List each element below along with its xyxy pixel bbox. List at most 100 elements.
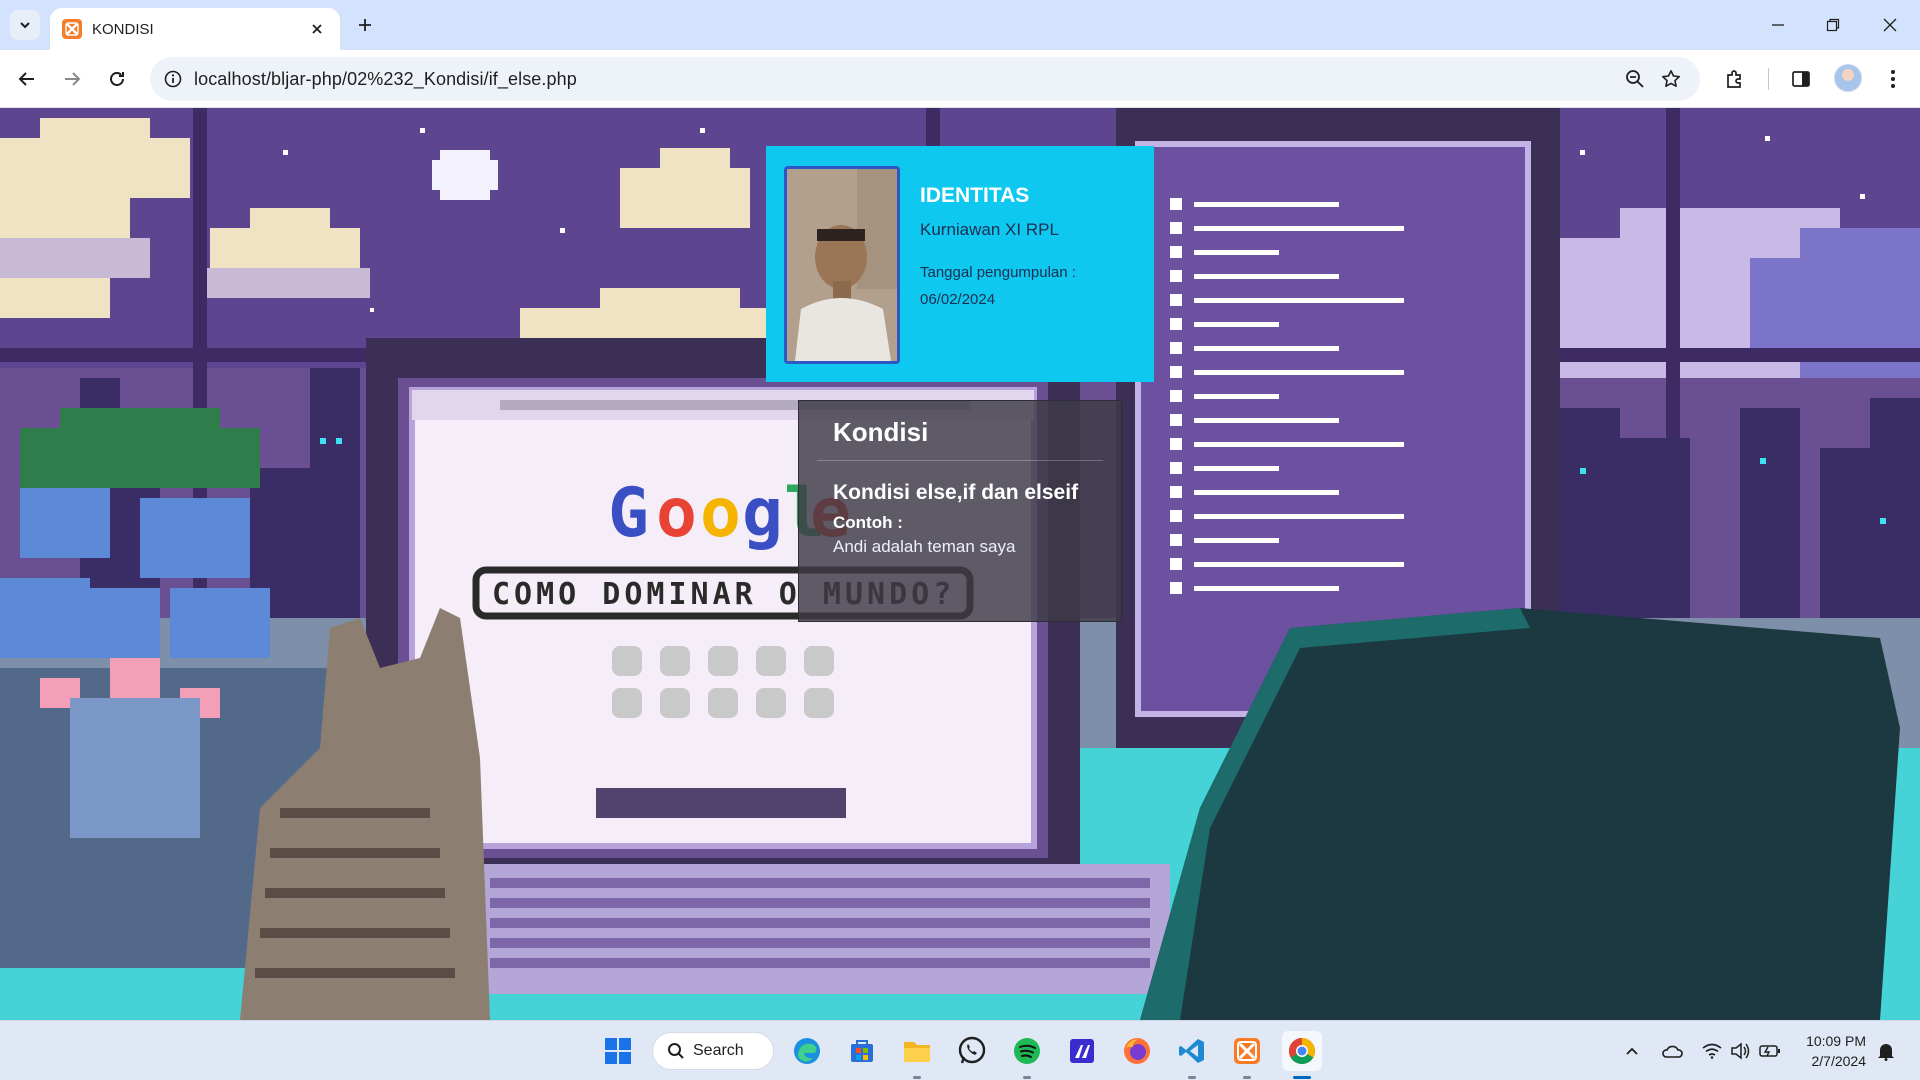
minimize-button[interactable] [1763,10,1793,40]
onedrive-button[interactable] [1660,1039,1684,1063]
identitas-card: IDENTITAS Kurniawan XI RPL Tanggal pengu… [766,146,1154,382]
active-indicator [1293,1076,1311,1079]
edge-icon [794,1038,820,1064]
tab-title: KONDISI [92,20,154,38]
tab-strip: KONDISI [0,0,1920,50]
menu-button[interactable] [1876,62,1910,96]
taskbar-whatsapp[interactable] [952,1031,992,1071]
start-button[interactable] [598,1031,638,1071]
taskbar-edge[interactable] [787,1031,827,1071]
puzzle-icon [1727,70,1741,88]
example-label: Contoh : [833,513,903,532]
battery-button[interactable] [1758,1039,1782,1063]
taskbar-spotify[interactable] [1007,1031,1047,1071]
toolbar-divider [1768,68,1769,90]
xampp-icon [1234,1038,1260,1064]
system-clock[interactable]: 10:09 PM 2/7/2024 [1796,1031,1866,1071]
taskbar-editor[interactable] [1062,1031,1102,1071]
svg-text:G: G [608,474,649,553]
forward-button[interactable] [55,62,89,96]
plus-icon [359,19,371,31]
address-bar[interactable]: localhost/bljar-php/02%232_Kondisi/if_el… [150,57,1700,101]
running-indicator [1243,1076,1251,1079]
vscode-icon [1179,1039,1204,1063]
cloud-icon [1662,1045,1683,1058]
close-icon [312,24,322,34]
browser-tab[interactable]: KONDISI [50,8,340,50]
notifications-button[interactable] [1874,1039,1898,1063]
extensions-button[interactable] [1718,62,1752,96]
running-indicator [1188,1076,1196,1079]
bookmark-button[interactable] [1656,64,1686,94]
whatsapp-icon [958,1036,986,1064]
profile-avatar[interactable] [1834,64,1862,92]
side-panel-button[interactable] [1784,62,1818,96]
running-indicator [913,1076,921,1079]
taskbar-vscode[interactable] [1172,1031,1212,1071]
identitas-text: IDENTITAS Kurniawan XI RPL Tanggal pengu… [920,166,1076,362]
url-text[interactable]: localhost/bljar-php/02%232_Kondisi/if_el… [194,69,577,90]
svg-text:o: o [656,474,697,553]
chevron-down-icon [20,22,30,29]
search-label: Search [693,1042,744,1059]
search-icon [668,1043,684,1059]
taskbar-store[interactable] [842,1031,882,1071]
example-text: Andi adalah teman saya [833,537,1016,556]
profile-photo [784,166,900,364]
site-info-icon[interactable] [164,70,182,88]
taskbar-chrome[interactable] [1282,1031,1322,1071]
volume-button[interactable] [1728,1039,1752,1063]
windows-icon [605,1038,631,1064]
taskbar-search[interactable]: Search [652,1032,774,1070]
kondisi-card: Kondisi Kondisi else,if dan elseif Conto… [798,400,1122,622]
svg-text:g: g [742,474,783,553]
taskbar: Search 10:09 PM 2/7/2024 [0,1020,1920,1080]
identitas-date: 06/02/2024 [920,291,996,308]
clock-date: 2/7/2024 [1811,1053,1867,1069]
reload-button[interactable] [100,62,134,96]
reload-icon [110,72,124,86]
running-indicator [1023,1076,1031,1079]
kondisi-title: Kondisi [817,417,1103,461]
tab-search-button[interactable] [10,10,40,40]
star-icon [1662,70,1680,87]
zoom-button[interactable] [1620,64,1650,94]
bell-icon [1878,1044,1894,1061]
more-vert-icon [1891,70,1895,88]
folder-icon [904,1042,930,1062]
taskbar-firefox[interactable] [1117,1031,1157,1071]
svg-text:o: o [700,474,741,553]
wifi-icon [1702,1043,1722,1059]
battery-icon [1759,1045,1780,1057]
kondisi-subtitle: Kondisi else,if dan elseif [833,481,1079,504]
restore-icon [1826,18,1840,32]
tray-overflow-button[interactable] [1620,1039,1644,1063]
identitas-date-label: Tanggal pengumpulan : [920,264,1076,281]
firefox-icon [1124,1038,1150,1064]
browser-toolbar: localhost/bljar-php/02%232_Kondisi/if_el… [0,50,1920,108]
new-tab-button[interactable] [350,10,380,40]
wifi-button[interactable] [1700,1039,1724,1063]
taskbar-file-explorer[interactable] [897,1031,937,1071]
close-tab-button[interactable] [306,18,328,40]
taskbar-xampp[interactable] [1227,1031,1267,1071]
identitas-name: Kurniawan XI RPL [920,220,1059,239]
forward-arrow-icon [65,72,81,86]
identitas-heading: IDENTITAS [920,184,1030,207]
clock-time: 10:09 PM [1806,1033,1866,1049]
back-arrow-icon [18,72,34,86]
speaker-icon [1731,1042,1750,1060]
chevron-up-icon [1626,1047,1638,1055]
back-button[interactable] [10,62,44,96]
store-icon [851,1040,873,1062]
side-panel-icon [1792,71,1810,87]
close-window-button[interactable] [1875,10,1905,40]
restore-button[interactable] [1818,10,1848,40]
close-icon [1883,18,1897,32]
chrome-icon [1288,1037,1316,1065]
minimize-icon [1772,24,1784,26]
page-content: Goo gle COMO DOMINAR O MUNDO? [0,108,1920,1020]
spotify-icon [1014,1038,1040,1064]
xampp-icon [62,19,82,39]
zoom-out-icon [1626,70,1644,88]
